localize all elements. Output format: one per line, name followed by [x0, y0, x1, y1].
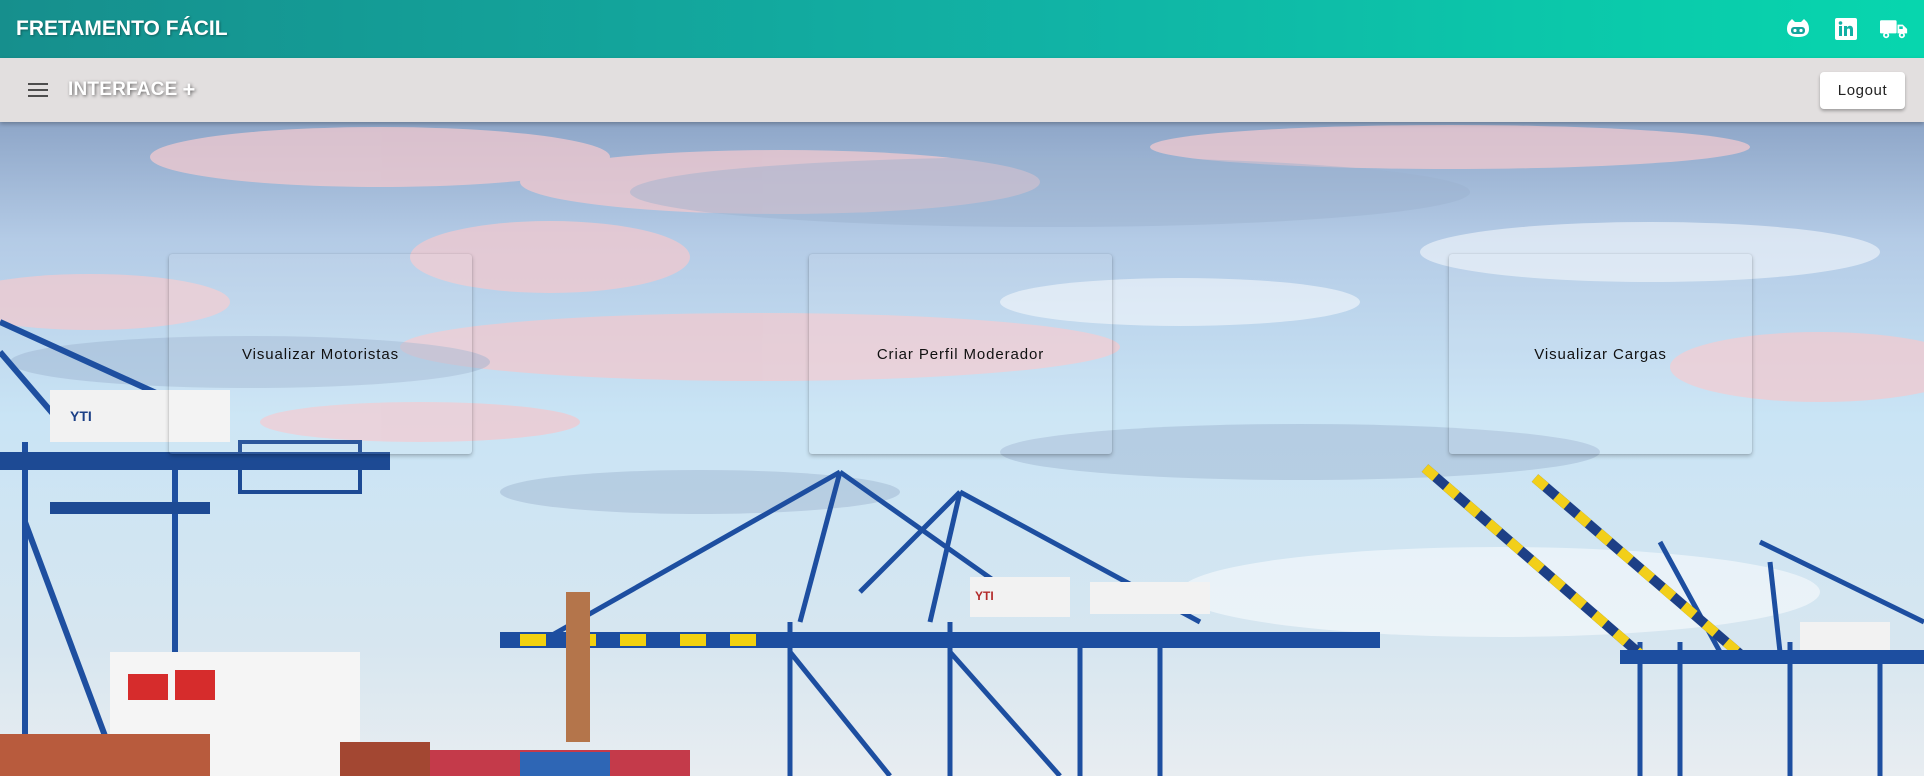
- card-label: Visualizar Motoristas: [241, 345, 399, 363]
- svg-text:YTI: YTI: [975, 589, 994, 603]
- card-label: Visualizar Cargas: [1534, 345, 1667, 363]
- interface-title: INTERFACE: [68, 79, 178, 100]
- social-links: [1784, 15, 1908, 43]
- card-label: Criar Perfil Moderador: [876, 345, 1045, 363]
- truck-icon[interactable]: [1880, 15, 1908, 43]
- toolbar-left: INTERFACE +: [28, 77, 195, 103]
- logout-button[interactable]: Logout: [1820, 71, 1905, 109]
- interface-toolbar: INTERFACE + Logout: [0, 58, 1924, 122]
- svg-text:YTI: YTI: [70, 408, 92, 424]
- visualizar-motoristas-card[interactable]: Visualizar Motoristas: [169, 254, 472, 454]
- port-cranes-background: YTI YTI Visualizar Motoristas Criar Perf…: [0, 122, 1924, 776]
- github-icon[interactable]: [1784, 15, 1812, 43]
- criar-perfil-moderador-card[interactable]: Criar Perfil Moderador: [809, 254, 1112, 454]
- top-app-bar: FRETAMENTO FÁCIL: [0, 0, 1924, 58]
- hamburger-menu-icon[interactable]: [28, 77, 54, 103]
- app-brand: FRETAMENTO FÁCIL: [16, 17, 228, 40]
- linkedin-icon[interactable]: [1832, 15, 1860, 43]
- visualizar-cargas-card[interactable]: Visualizar Cargas: [1449, 254, 1752, 454]
- add-icon[interactable]: +: [182, 77, 195, 103]
